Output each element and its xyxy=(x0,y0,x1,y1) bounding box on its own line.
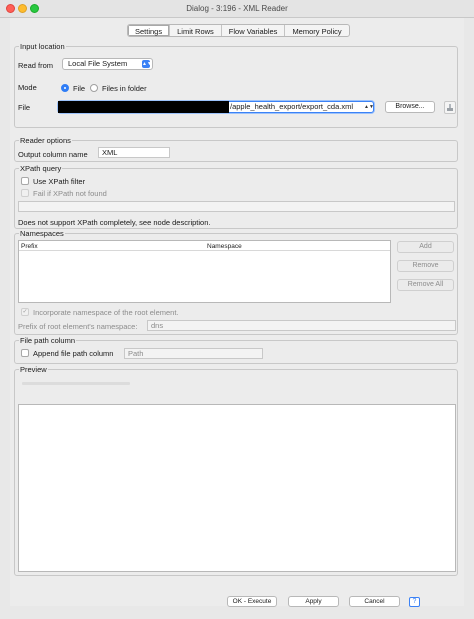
section-title-file-path-column: File path column xyxy=(19,336,77,345)
flow-variable-icon[interactable] xyxy=(444,101,456,114)
output-column-input[interactable]: XML xyxy=(98,147,170,158)
use-xpath-label: Use XPath filter xyxy=(33,177,86,186)
mode-files-in-folder-radio[interactable] xyxy=(90,84,98,92)
tab-flow-variables[interactable]: Flow Variables xyxy=(222,25,286,36)
file-path-column-input[interactable]: Path xyxy=(124,348,263,359)
tab-memory-policy[interactable]: Memory Policy xyxy=(285,25,348,36)
incorporate-namespace-checkbox[interactable]: ✓ xyxy=(21,308,29,316)
tab-bar: Settings Limit Rows Flow Variables Memor… xyxy=(127,24,350,37)
title-bar: Dialog - 3:196 - XML Reader xyxy=(0,0,474,18)
file-path-value: /apple_health_export/export_cda.xml xyxy=(230,102,353,111)
append-file-path-label: Append file path column xyxy=(33,349,114,358)
chevron-updown-icon: ▲▼ xyxy=(364,103,374,111)
tab-settings[interactable]: Settings xyxy=(128,25,171,36)
prefix-root-label: Prefix of root element's namespace: xyxy=(18,322,138,331)
read-from-label: Read from xyxy=(18,61,54,70)
section-title-xpath-query: XPath query xyxy=(19,164,63,173)
cancel-button[interactable]: Cancel xyxy=(349,596,400,607)
file-label: File xyxy=(18,103,31,112)
xpath-note: Does not support XPath completely, see n… xyxy=(18,218,211,227)
mode-files-in-folder-label: Files in folder xyxy=(102,84,147,93)
section-title-preview: Preview xyxy=(19,365,48,374)
browse-button[interactable]: Browse... xyxy=(385,101,435,113)
redacted-path-block xyxy=(58,101,229,113)
read-from-value: Local File System xyxy=(68,59,128,68)
mode-file-radio[interactable] xyxy=(61,84,69,92)
append-file-path-checkbox[interactable] xyxy=(21,349,29,357)
help-icon[interactable]: ? xyxy=(409,597,420,607)
window-title: Dialog - 3:196 - XML Reader xyxy=(186,4,288,13)
fail-if-xpath-label: Fail if XPath not found xyxy=(33,189,107,198)
section-title-input-location: Input location xyxy=(19,42,66,51)
section-title-reader-options: Reader options xyxy=(19,136,72,145)
section-title-namespaces: Namespaces xyxy=(19,229,65,238)
tab-limit-rows[interactable]: Limit Rows xyxy=(170,25,222,36)
fail-if-xpath-checkbox[interactable] xyxy=(21,189,29,197)
xpath-expression-input[interactable] xyxy=(18,201,455,212)
apply-button[interactable]: Apply xyxy=(288,596,339,607)
use-xpath-checkbox[interactable] xyxy=(21,177,29,185)
read-from-select[interactable]: Local File System ▲▼ xyxy=(62,58,153,70)
header-divider xyxy=(19,250,390,251)
incorporate-namespace-label: Incorporate namespace of the root elemen… xyxy=(33,308,179,317)
prefix-root-input[interactable]: dns xyxy=(147,320,456,331)
variable-icon xyxy=(447,104,453,111)
preview-table[interactable] xyxy=(18,404,456,572)
ok-execute-button[interactable]: OK - Execute xyxy=(227,596,277,607)
remove-namespace-button[interactable]: Remove xyxy=(397,260,454,272)
remove-all-namespaces-button[interactable]: Remove All xyxy=(397,279,454,291)
namespaces-table[interactable]: Prefix Namespace xyxy=(18,240,391,303)
mode-label: Mode xyxy=(18,83,37,92)
mode-file-label: File xyxy=(73,84,86,93)
chevron-updown-icon: ▲▼ xyxy=(142,60,152,68)
add-namespace-button[interactable]: Add xyxy=(397,241,454,253)
preview-progress-bar xyxy=(22,382,130,385)
output-column-label: Output column name xyxy=(18,150,88,159)
